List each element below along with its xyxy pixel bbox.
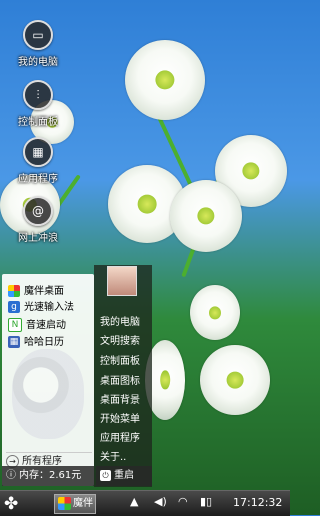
menu-item-desktop-background[interactable]: 桌面背景 xyxy=(100,391,140,406)
menu-app-label: 魔伴桌面 xyxy=(24,286,64,297)
volume-icon[interactable]: ◀) xyxy=(154,495,167,508)
start-button[interactable]: ✤ xyxy=(4,494,24,514)
mascot-illustration xyxy=(12,349,84,439)
power-icon: ⏻ xyxy=(100,469,111,481)
user-avatar[interactable] xyxy=(107,266,137,296)
menu-app-mobanpad[interactable]: 魔伴桌面 xyxy=(8,282,64,298)
taskbar-app-moban[interactable]: 魔伴 xyxy=(54,494,96,514)
battery-icon[interactable]: ▮▯ xyxy=(200,495,212,508)
desktop-icon-my-computer[interactable]: ▭ 我的电脑 xyxy=(3,20,73,68)
menu-app-quick-launch[interactable]: N 音速启动 xyxy=(8,316,66,332)
applications-icon: ▦ xyxy=(23,137,53,167)
menu-item-applications[interactable]: 应用程序 xyxy=(100,429,140,444)
taskbar: ✤ 魔伴 ▲ ◀) ◠ ▮▯ 17:12:32 xyxy=(0,490,290,516)
desktop-icon-label: 网上冲浪 xyxy=(18,233,58,244)
memory-label: 内存：2.61元 xyxy=(19,470,82,481)
quick-launch-icon: N xyxy=(8,318,22,332)
menu-item-my-computer[interactable]: 我的电脑 xyxy=(100,313,140,328)
control-panel-icon: ⫶ xyxy=(23,80,53,110)
desktop-icon-label: 我的电脑 xyxy=(18,57,58,68)
input-method-icon: g xyxy=(8,301,20,313)
desktop-icon-web-surfing[interactable]: @ 网上冲浪 xyxy=(3,196,73,244)
clover-icon: ✤ xyxy=(4,494,19,514)
menu-app-label: 音速启动 xyxy=(26,320,66,331)
restart-button[interactable]: ⏻ 重启 xyxy=(96,466,152,486)
clock[interactable]: 17:12:32 xyxy=(233,496,282,509)
desktop-icon-label: 控制面板 xyxy=(18,117,58,128)
menu-app-input-method[interactable]: g 光速输入法 xyxy=(8,298,74,314)
menu-item-start-menu[interactable]: 开始菜单 xyxy=(100,410,140,425)
desktop-icon-control-panel[interactable]: ⫶ 控制面板 xyxy=(3,80,73,128)
computer-icon: ▭ xyxy=(23,20,53,50)
mobanpad-icon xyxy=(58,496,71,510)
desktop-icon-applications[interactable]: ▦ 应用程序 xyxy=(3,137,73,185)
start-menu-app-panel: 魔伴桌面 g 光速输入法 N 音速启动 ▦ 哈哈日历 → 所有程序 xyxy=(2,274,94,486)
wifi-icon[interactable]: ◠ xyxy=(178,495,188,508)
menu-app-label: 光速输入法 xyxy=(24,302,74,313)
restart-label: 重启 xyxy=(114,470,134,481)
taskbar-app-label: 魔伴 xyxy=(73,498,93,509)
menu-item-about[interactable]: 关于.. xyxy=(100,448,126,463)
menu-item-desktop-icons[interactable]: 桌面图标 xyxy=(100,372,140,387)
browser-icon: @ xyxy=(23,196,53,226)
desktop-icon-label: 应用程序 xyxy=(18,174,58,185)
memory-status: ⓘ 内存：2.61元 xyxy=(2,466,94,486)
menu-item-control-panel[interactable]: 控制面板 xyxy=(100,352,140,367)
calendar-icon: ▦ xyxy=(8,336,20,348)
mobanpad-icon xyxy=(8,285,20,297)
tray-expand-icon[interactable]: ▲ xyxy=(130,495,138,508)
menu-app-label: 哈哈日历 xyxy=(24,337,64,348)
info-icon: ⓘ xyxy=(6,470,16,481)
menu-app-calendar[interactable]: ▦ 哈哈日历 xyxy=(8,333,64,349)
menu-item-search[interactable]: 文明搜索 xyxy=(100,332,140,347)
